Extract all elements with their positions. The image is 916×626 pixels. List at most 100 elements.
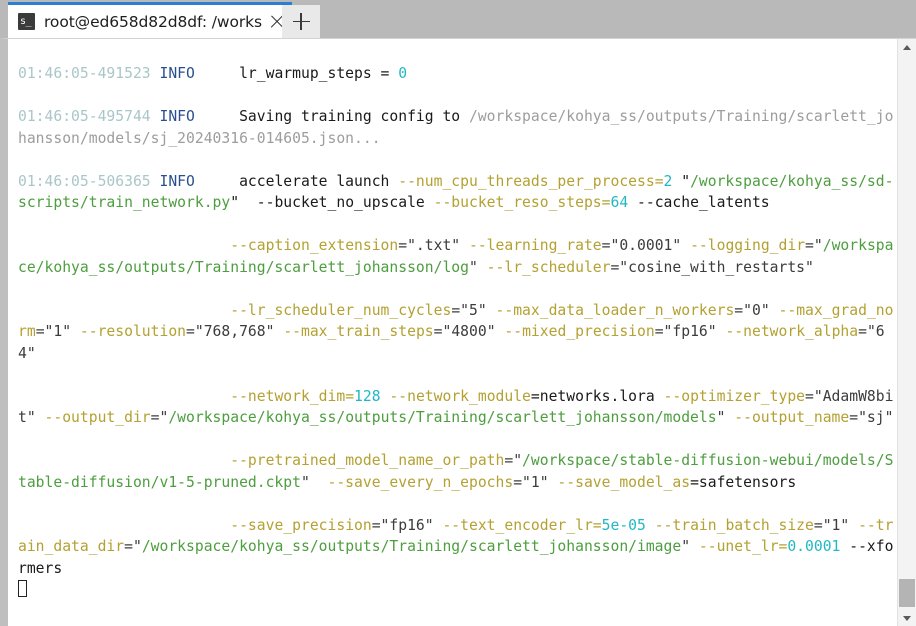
tab-title: root@ed658d82d8df: /works (44, 12, 262, 31)
terminal-token: INFO (159, 65, 195, 82)
terminal-token: ="sj" (849, 409, 894, 426)
terminal-token: ="0" (734, 301, 779, 319)
terminal-token: --pretrained_model_name_or_path (230, 452, 505, 469)
terminal-window: root@ed658d82d8df: /works 01:46:05-49152… (0, 0, 916, 626)
terminal-token: ="1" (513, 473, 558, 491)
terminal-token: " (468, 258, 487, 276)
terminal-token: --caption_extension (230, 237, 399, 254)
terminal-line: 01:46:05-495744 INFO Saving training con… (18, 106, 894, 149)
terminal-token: 01:46:05-506365 (18, 172, 160, 190)
terminal-line: --pretrained_model_name_or_path="/worksp… (18, 450, 894, 493)
terminal-token: =" (805, 237, 823, 254)
terminal-token: lr_warmup_steps = (194, 65, 399, 82)
terminal-token: 0.0001 (787, 538, 841, 555)
terminal-token: ="1" (35, 323, 80, 340)
terminal-token: --cache_latents (628, 194, 770, 211)
block-cursor (18, 580, 27, 597)
terminal-token: --learning_rate (469, 237, 602, 254)
terminal-token: = (345, 387, 355, 405)
terminal-line: --lr_scheduler_num_cycles="5" --max_data… (18, 300, 894, 365)
terminal-token: --save_precision (230, 516, 372, 534)
terminal-token: 0 (398, 65, 408, 82)
terminal-line: --save_precision="fp16" --text_encoder_l… (18, 515, 894, 580)
terminal-token: --lr_scheduler (486, 258, 611, 276)
terminal-token: --resolution (79, 323, 187, 340)
scroll-down-arrow-icon[interactable] (898, 609, 916, 626)
terminal-token: --network_module (389, 387, 531, 405)
terminal-token: ="cosine_with_restarts" (610, 258, 814, 276)
terminal-token: accelerate launch (194, 172, 399, 190)
terminal-line: 01:46:05-491523 INFO lr_warmup_steps = 0 (18, 63, 894, 85)
terminal-token: 64 (610, 194, 629, 211)
terminal-token: =" (504, 452, 523, 469)
scroll-up-arrow-icon[interactable] (898, 39, 916, 57)
terminal-token: --bucket_no_upscale (256, 194, 425, 211)
terminal-token: " (230, 194, 257, 211)
terminal-token: ="fp16" (654, 323, 726, 340)
terminal-token: ="1" (813, 516, 859, 534)
terminal-token: --logging_dir (690, 237, 806, 254)
tab-active-shell[interactable]: root@ed658d82d8df: /works (8, 2, 292, 38)
terminal-token: --output_name (734, 409, 850, 426)
terminal-token: /workspace/kohya_ss/outputs/Training/sca… (141, 538, 682, 555)
console-icon (18, 13, 35, 30)
terminal-token: 5e-05 (601, 516, 646, 534)
new-tab-button[interactable] (282, 5, 320, 38)
terminal-token: --output_dir (44, 409, 151, 426)
terminal-token: 128 (354, 387, 381, 405)
scrollbar-thumb[interactable] (899, 579, 915, 607)
terminal-line: --network_dim=128 --network_module=netwo… (18, 386, 894, 429)
terminal-token: --network_alpha (725, 323, 859, 340)
terminal-token: --optimizer_type (663, 387, 806, 405)
terminal-token: " (300, 473, 328, 491)
terminal-token: " (681, 538, 699, 555)
terminal-token: INFO (159, 108, 195, 125)
terminal-token: ="4800" (433, 323, 505, 340)
terminal-body[interactable]: 01:46:05-491523 INFO lr_warmup_steps = 0… (0, 38, 916, 626)
terminal-token: ="768,768" (186, 323, 284, 340)
vertical-scrollbar[interactable] (897, 39, 916, 626)
terminal-token: --num_cpu_threads_per_process (398, 172, 655, 190)
terminal-token: " (716, 409, 735, 426)
terminal-token: =" (150, 409, 169, 426)
terminal-token: --mixed_precision (504, 323, 655, 340)
terminal-token: --train_batch_size (654, 516, 814, 534)
terminal-token: --max_data_loader_n_workers (495, 301, 735, 319)
terminal-token: /workspace/kohya_ss/outputs/Training/sca… (168, 409, 717, 426)
terminal-token: --save_every_n_epochs (327, 473, 514, 491)
terminal-token: --network_dim (230, 387, 346, 405)
terminal-token: --max_train_steps (283, 323, 434, 340)
terminal-token: =networks.lora (530, 387, 664, 405)
terminal-line: 01:46:05-506365 INFO accelerate launch -… (18, 171, 894, 214)
terminal-token: ="0.0001" (601, 237, 691, 254)
terminal-token: ="5" (451, 301, 496, 319)
terminal-token: = (654, 172, 664, 190)
terminal-line: --caption_extension=".txt" --learning_ra… (18, 235, 894, 278)
terminal-token: 01:46:05-495744 (18, 108, 160, 125)
terminal-token: " (672, 172, 691, 190)
terminal-token: INFO (159, 172, 195, 190)
terminal-token: --bucket_reso_steps (433, 194, 602, 211)
terminal-token: --save_model_as (557, 473, 691, 491)
terminal-token: --lr_scheduler_num_cycles (230, 301, 452, 319)
terminal-token: =" (124, 538, 142, 555)
terminal-token: --text_encoder_lr (442, 516, 593, 534)
terminal-token: =".txt" (398, 237, 469, 254)
terminal-token: = (592, 516, 602, 534)
terminal-token: ="fp16" (371, 516, 443, 534)
terminal-output: 01:46:05-491523 INFO lr_warmup_steps = 0… (8, 39, 898, 626)
terminal-cursor-line (18, 579, 894, 601)
